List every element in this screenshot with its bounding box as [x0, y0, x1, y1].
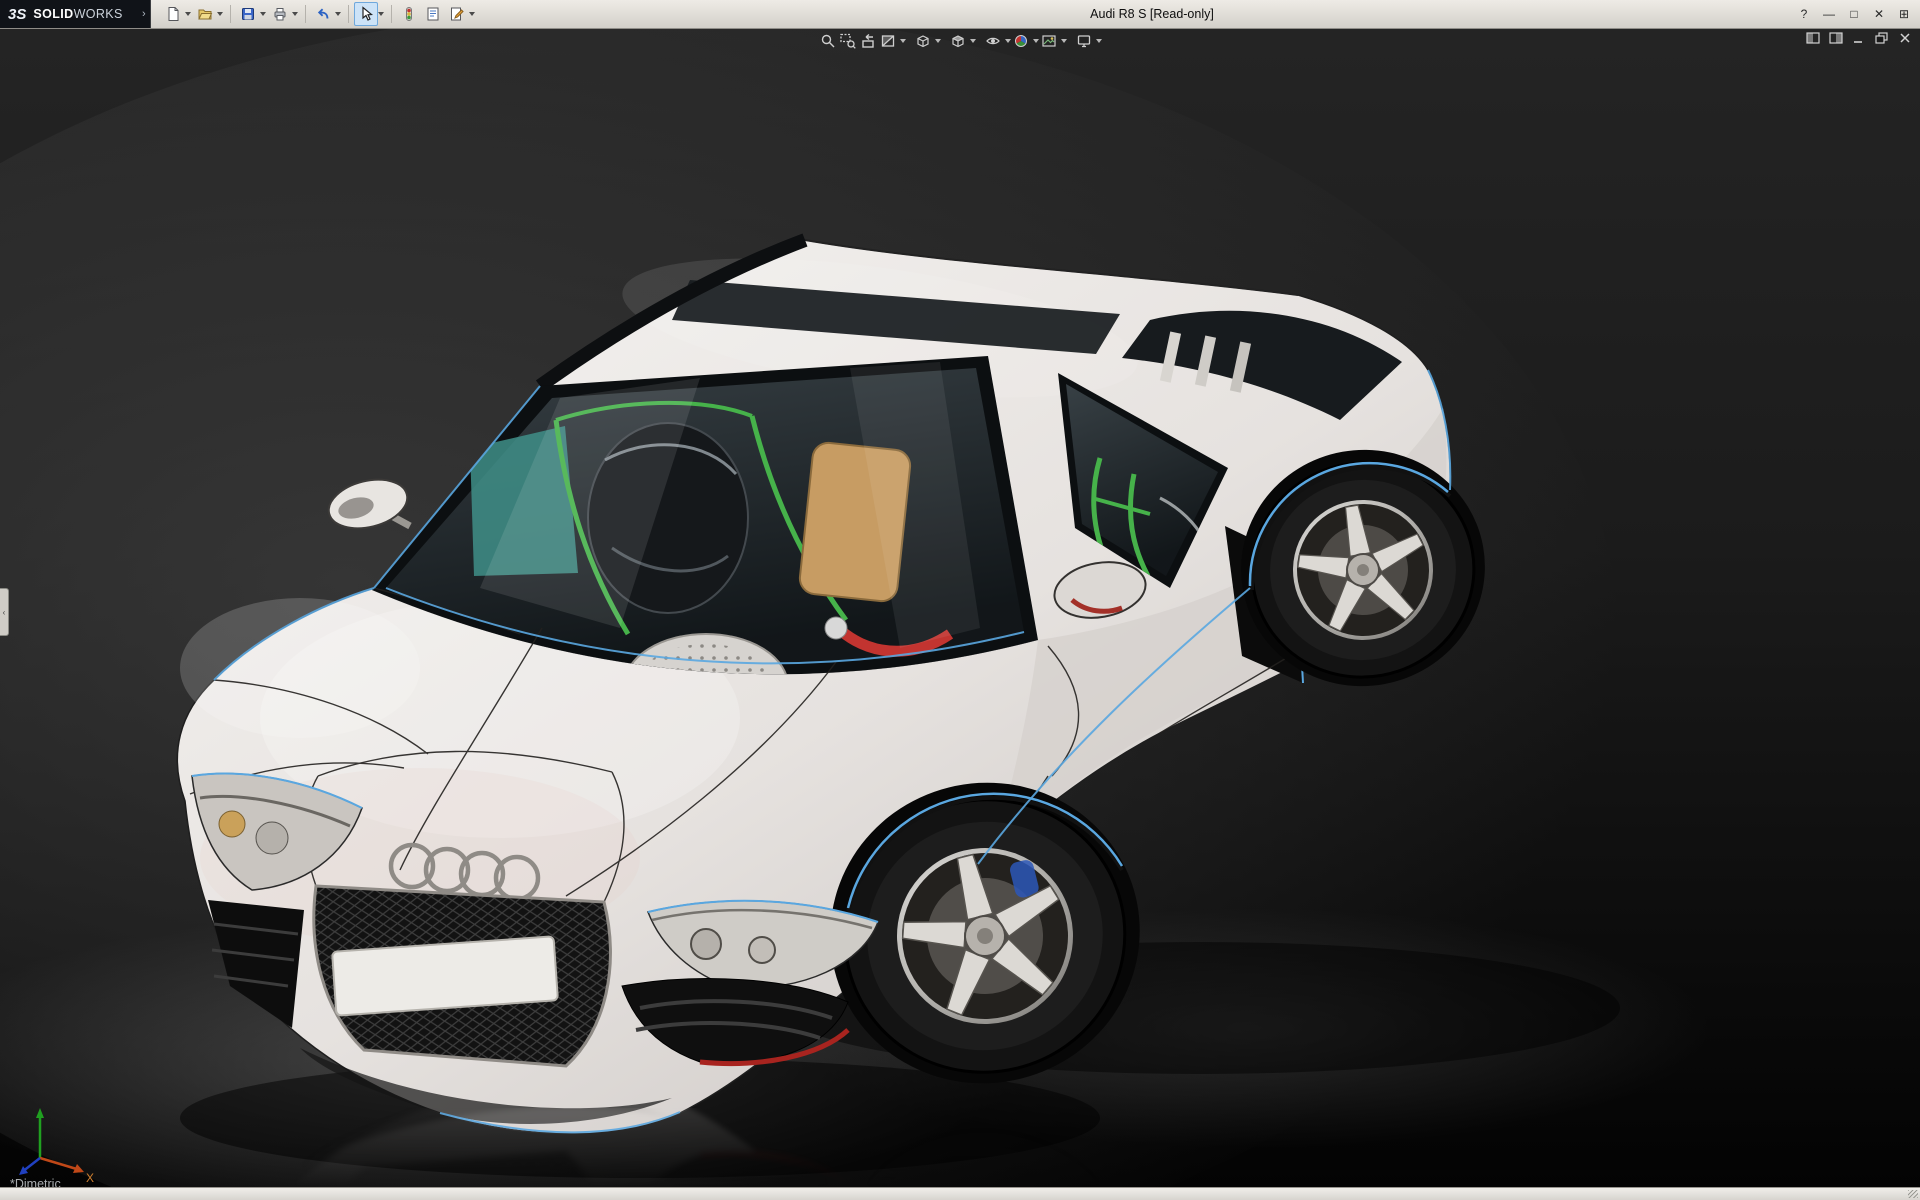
- display-style-caret[interactable]: [970, 39, 976, 43]
- graphics-area[interactable]: ‹ X *Dimetric: [0, 28, 1920, 1188]
- solidworks-logo: 3S SOLIDWORKS: [0, 0, 137, 28]
- undo-dropdown-caret[interactable]: [335, 12, 341, 16]
- print-dropdown-caret[interactable]: [292, 12, 298, 16]
- front-grille[interactable]: [314, 886, 611, 1066]
- display-style-button[interactable]: [948, 30, 968, 52]
- apply-scene-caret[interactable]: [1061, 39, 1067, 43]
- pencil-sheet-icon: [449, 6, 465, 22]
- toolbar-separator: [305, 5, 306, 23]
- undo-button[interactable]: [311, 2, 335, 26]
- maximize-button[interactable]: □: [1846, 6, 1862, 22]
- minimize-icon: [1852, 32, 1866, 44]
- help-button[interactable]: ?: [1796, 6, 1812, 22]
- rebuild-stoplight-icon: [401, 6, 417, 22]
- brand-text: SOLIDWORKS: [33, 7, 122, 21]
- resize-grip[interactable]: [1908, 1190, 1918, 1198]
- view-orientation-cube-icon: [915, 33, 931, 49]
- view-settings-icon: [1076, 33, 1092, 49]
- panel-flyout-handle[interactable]: ‹: [0, 588, 9, 636]
- apply-scene-button[interactable]: [1039, 30, 1059, 52]
- view-settings-button[interactable]: [1074, 30, 1094, 52]
- zoom-to-fit-icon: [820, 33, 836, 49]
- document-window-controls: [1806, 32, 1912, 44]
- select-dropdown-caret[interactable]: [378, 12, 384, 16]
- new-button[interactable]: [161, 2, 185, 26]
- triad-x-axis: [40, 1158, 80, 1170]
- view-settings-caret[interactable]: [1096, 39, 1102, 43]
- previous-view-button[interactable]: [858, 30, 878, 52]
- zoom-to-fit-button[interactable]: [818, 30, 838, 52]
- close-document-button[interactable]: [1898, 32, 1912, 44]
- view-orientation-button[interactable]: [913, 30, 933, 52]
- task-pane-toggle-icon[interactable]: ⊞: [1896, 6, 1912, 22]
- zoom-to-area-button[interactable]: [838, 30, 858, 52]
- minimize-document-button[interactable]: [1852, 32, 1866, 44]
- open-button[interactable]: [193, 2, 217, 26]
- options-dropdown-caret[interactable]: [469, 12, 475, 16]
- split-pane-right-icon: [1829, 32, 1843, 44]
- reference-triad: X: [6, 1096, 102, 1188]
- triad-x-label: X: [86, 1171, 94, 1185]
- menu-expand-arrow[interactable]: ›: [137, 0, 151, 28]
- edit-options-button[interactable]: [445, 2, 469, 26]
- brand-works: WORKS: [74, 7, 123, 21]
- minimize-button[interactable]: —: [1821, 6, 1837, 22]
- hide-show-items-button[interactable]: [983, 30, 1003, 52]
- restore-icon: [1875, 32, 1889, 44]
- statusbar: [0, 1187, 1920, 1200]
- file-properties-button[interactable]: [421, 2, 445, 26]
- brand-solid: SOLID: [33, 7, 73, 21]
- section-view-caret[interactable]: [900, 39, 906, 43]
- open-dropdown-caret[interactable]: [217, 12, 223, 16]
- file-properties-icon: [425, 6, 441, 22]
- eye-icon: [985, 33, 1001, 49]
- restore-document-button[interactable]: [1875, 32, 1889, 44]
- section-view-button[interactable]: [878, 30, 898, 52]
- scene-photo-icon: [1041, 33, 1057, 49]
- titlebar: 3S SOLIDWORKS ›: [0, 0, 1920, 29]
- 3d-scene-audi-r8[interactable]: [0, 28, 1920, 1188]
- print-icon: [272, 6, 288, 22]
- main-toolbar: [161, 2, 477, 26]
- window-title: Audi R8 S [Read-only]: [1090, 7, 1214, 21]
- undo-icon: [315, 6, 331, 22]
- new-dropdown-caret[interactable]: [185, 12, 191, 16]
- new-document-icon: [165, 6, 181, 22]
- close-button[interactable]: ✕: [1871, 6, 1887, 22]
- display-style-icon: [950, 33, 966, 49]
- split-left-button[interactable]: [1806, 32, 1820, 44]
- split-right-button[interactable]: [1829, 32, 1843, 44]
- toolbar-separator: [348, 5, 349, 23]
- previous-view-icon: [860, 33, 876, 49]
- titlebar-window-controls: ? — □ ✕ ⊞: [1796, 6, 1920, 22]
- section-view-icon: [880, 33, 896, 49]
- open-folder-icon: [197, 6, 213, 22]
- close-icon: [1898, 32, 1912, 44]
- appearance-ball-icon: [1013, 33, 1029, 49]
- save-icon: [240, 6, 256, 22]
- toolbar-separator: [230, 5, 231, 23]
- print-button[interactable]: [268, 2, 292, 26]
- toolbar-separator: [391, 5, 392, 23]
- select-button[interactable]: [354, 2, 378, 26]
- save-dropdown-caret[interactable]: [260, 12, 266, 16]
- view-orientation-caret[interactable]: [935, 39, 941, 43]
- save-button[interactable]: [236, 2, 260, 26]
- edit-appearance-button[interactable]: [1011, 30, 1031, 52]
- dassault-3ds-logo-icon: 3S: [8, 6, 26, 23]
- rebuild-button[interactable]: [397, 2, 421, 26]
- zoom-to-area-icon: [840, 33, 856, 49]
- headsup-view-toolbar: [818, 30, 1102, 52]
- split-pane-left-icon: [1806, 32, 1820, 44]
- select-arrow-icon: [358, 6, 374, 22]
